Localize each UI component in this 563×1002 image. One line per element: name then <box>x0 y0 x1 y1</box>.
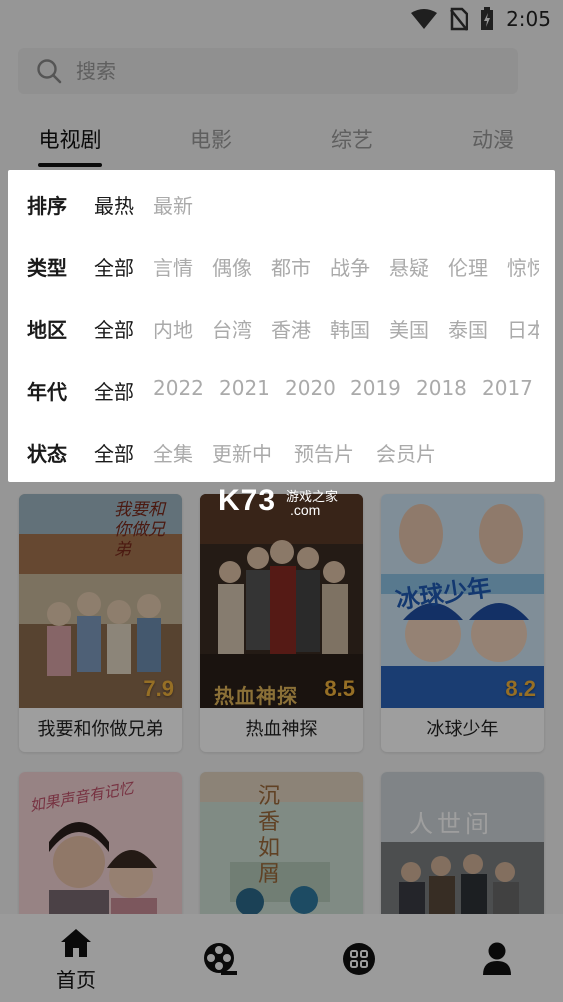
filter-row-genre: 类型 全部 言情 偶像 都市 战争 悬疑 伦理 惊悚 <box>8 246 555 286</box>
filter-row-year: 年代 全部 2022 2021 2020 2019 2018 2017 <box>8 370 555 410</box>
filter-option[interactable]: 全部 <box>94 376 134 405</box>
filter-row-status: 状态 全部 全集 更新中 预告片 会员片 <box>8 432 555 472</box>
filter-option[interactable]: 2018 <box>416 376 467 400</box>
watermark-brand: K73 <box>218 484 277 517</box>
filter-option[interactable]: 偶像 <box>212 252 252 281</box>
filter-option[interactable]: 全部 <box>94 252 134 281</box>
filter-option[interactable]: 美国 <box>389 314 429 343</box>
watermark: K73 游戏之家 .com <box>218 484 338 518</box>
filter-label: 排序 <box>27 194 67 218</box>
filter-option[interactable]: 泰国 <box>448 314 488 343</box>
filter-option[interactable]: 2019 <box>350 376 401 400</box>
filter-option[interactable]: 日本 <box>507 314 539 343</box>
modal-overlay[interactable] <box>0 0 563 1002</box>
filter-option[interactable]: 2021 <box>219 376 270 400</box>
filter-option[interactable]: 会员片 <box>376 438 436 467</box>
filter-label: 类型 <box>27 256 67 280</box>
filter-option[interactable]: 全部 <box>94 438 134 467</box>
filter-option[interactable]: 预告片 <box>294 438 354 467</box>
watermark-domain: .com <box>290 502 321 518</box>
filter-option[interactable]: 战争 <box>330 252 370 281</box>
filter-option[interactable]: 2017 <box>482 376 533 400</box>
filter-option[interactable]: 全集 <box>153 438 193 467</box>
filter-option[interactable]: 悬疑 <box>389 252 429 281</box>
filter-option[interactable]: 内地 <box>153 314 193 343</box>
filter-label: 状态 <box>27 442 67 466</box>
filter-option[interactable]: 2020 <box>285 376 336 400</box>
filter-option[interactable]: 全部 <box>94 314 134 343</box>
filter-option[interactable]: 伦理 <box>448 252 488 281</box>
filter-label: 地区 <box>27 318 67 342</box>
filter-option[interactable]: 更新中 <box>212 438 272 467</box>
filter-panel: 排序 最热 最新 类型 全部 言情 偶像 都市 战争 悬疑 伦理 惊悚 地区 全… <box>8 170 555 482</box>
filter-option[interactable]: 香港 <box>271 314 311 343</box>
filter-row-region: 地区 全部 内地 台湾 香港 韩国 美国 泰国 日本 <box>8 308 555 348</box>
filter-option[interactable]: 最新 <box>153 190 193 219</box>
filter-option[interactable]: 惊悚 <box>507 252 539 281</box>
filter-option[interactable]: 韩国 <box>330 314 370 343</box>
filter-option[interactable]: 最热 <box>94 190 134 219</box>
filter-option[interactable]: 都市 <box>271 252 311 281</box>
filter-label: 年代 <box>27 380 67 404</box>
filter-option[interactable]: 2022 <box>153 376 204 400</box>
filter-option[interactable]: 台湾 <box>212 314 252 343</box>
filter-row-sort: 排序 最热 最新 <box>8 184 555 224</box>
filter-option[interactable]: 言情 <box>153 252 193 281</box>
